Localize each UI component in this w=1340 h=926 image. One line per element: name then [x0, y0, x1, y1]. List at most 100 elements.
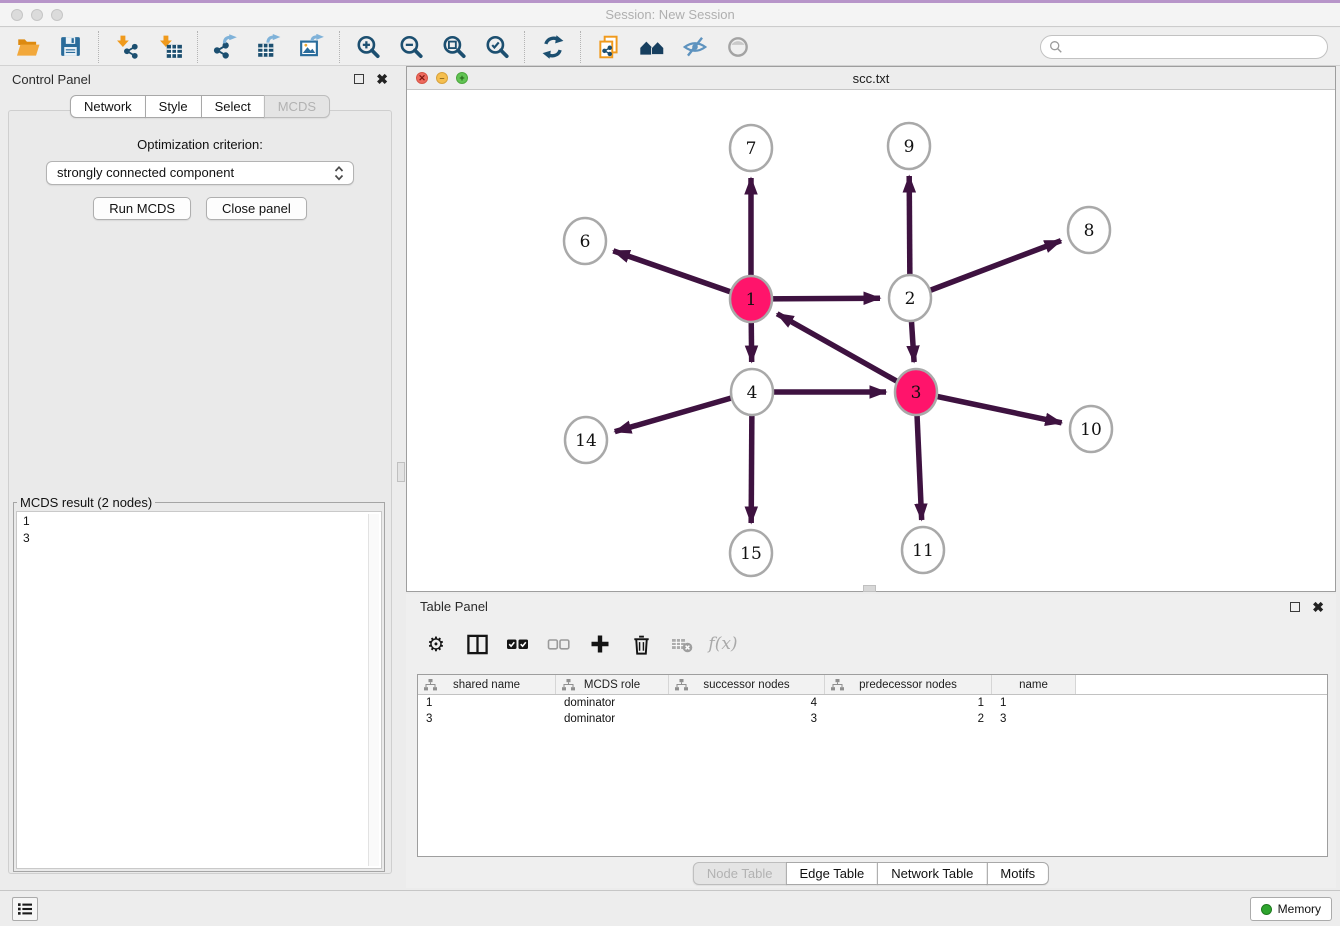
deselect-all-button[interactable] [545, 630, 573, 658]
tab-network-table[interactable]: Network Table [877, 862, 987, 885]
table-cell[interactable]: 1 [992, 695, 1076, 711]
search-input[interactable] [1040, 35, 1328, 59]
optimization-criterion-label: Optimization criterion: [9, 137, 391, 152]
close-panel-icon[interactable]: ✖ [376, 74, 388, 84]
column-header-shared-name[interactable]: shared name [418, 675, 556, 694]
tab-mcds[interactable]: MCDS [264, 95, 330, 118]
panel-splitter-handle-horizontal[interactable] [863, 585, 876, 592]
graph-node-2[interactable]: 2 [889, 275, 931, 321]
network-close-icon[interactable]: ✕ [416, 72, 428, 84]
select-all-button[interactable] [504, 630, 532, 658]
table-panel: Table Panel ✖ ⚙ [406, 594, 1336, 888]
graph-node-10[interactable]: 10 [1070, 406, 1112, 452]
network-canvas[interactable]: 1 2 3 4 6 7 8 9 10 11 14 15 [407, 90, 1335, 591]
graph-node-11[interactable]: 11 [902, 527, 944, 573]
floppy-disk-icon [58, 34, 83, 59]
tab-style[interactable]: Style [145, 95, 202, 118]
zoom-fit-icon [441, 34, 467, 60]
table-cell[interactable]: 3 [669, 711, 825, 727]
open-session-button[interactable] [6, 31, 49, 63]
table-row[interactable]: 3dominator323 [418, 711, 1327, 727]
graph-node-7[interactable]: 7 [730, 125, 772, 171]
mcds-result-list[interactable]: 13 [16, 511, 382, 869]
export-table-button[interactable] [247, 31, 290, 63]
graph-node-9[interactable]: 9 [888, 123, 930, 169]
export-image-button[interactable] [290, 31, 333, 63]
task-list-icon [17, 902, 33, 916]
table-row[interactable]: 1dominator411 [418, 695, 1327, 711]
show-all-button[interactable] [716, 31, 759, 63]
zoom-fit-button[interactable] [432, 31, 475, 63]
zoom-in-button[interactable] [346, 31, 389, 63]
svg-text:11: 11 [912, 541, 934, 561]
network-window-titlebar[interactable]: ✕ – + scc.txt [407, 67, 1335, 90]
close-table-panel-icon[interactable]: ✖ [1312, 602, 1324, 612]
duplicate-network-button[interactable] [587, 31, 630, 63]
main-toolbar [0, 28, 1340, 66]
table-cell[interactable]: 4 [669, 695, 825, 711]
graph-node-15[interactable]: 15 [730, 530, 772, 576]
save-session-button[interactable] [49, 31, 92, 63]
svg-text:1: 1 [746, 290, 757, 310]
graph-node-4[interactable]: 4 [731, 369, 773, 415]
hide-selected-button[interactable] [673, 31, 716, 63]
task-history-button[interactable] [12, 897, 38, 921]
column-header-name[interactable]: name [992, 675, 1076, 694]
tab-node-table[interactable]: Node Table [693, 862, 787, 885]
network-zoom-icon[interactable]: + [456, 72, 468, 84]
table-cell[interactable]: 1 [418, 695, 556, 711]
export-network-icon [213, 34, 239, 60]
graph-node-6[interactable]: 6 [564, 218, 606, 264]
mcds-result-item[interactable]: 1 [23, 513, 381, 530]
tab-edge-table[interactable]: Edge Table [785, 862, 878, 885]
table-options-button[interactable]: ⚙ [422, 630, 450, 658]
table-cell[interactable]: 1 [825, 695, 992, 711]
show-column-button[interactable] [463, 630, 491, 658]
close-panel-button[interactable]: Close panel [206, 197, 307, 220]
import-table-button[interactable] [148, 31, 191, 63]
svg-text:10: 10 [1080, 420, 1102, 440]
tab-motifs[interactable]: Motifs [986, 862, 1049, 885]
search-text-field[interactable] [1063, 40, 1327, 54]
column-header-predecessor-nodes[interactable]: predecessor nodes [825, 675, 992, 694]
status-bar: Memory [0, 890, 1340, 926]
first-neighbors-button[interactable] [630, 31, 673, 63]
add-row-button[interactable] [586, 630, 614, 658]
mcds-panel: Optimization criterion: strongly connect… [8, 110, 392, 874]
graph-node-14[interactable]: 14 [565, 417, 607, 463]
delete-table-button[interactable] [668, 630, 696, 658]
svg-text:9: 9 [904, 137, 915, 157]
import-network-button[interactable] [105, 31, 148, 63]
table-cell[interactable]: 3 [418, 711, 556, 727]
export-network-button[interactable] [204, 31, 247, 63]
table-panel-title: Table Panel [420, 599, 488, 614]
network-graph-svg[interactable]: 1 2 3 4 6 7 8 9 10 11 14 15 [407, 90, 1335, 591]
run-mcds-button[interactable]: Run MCDS [93, 197, 191, 220]
zoom-out-button[interactable] [389, 31, 432, 63]
float-panel-icon[interactable] [354, 74, 364, 84]
table-cell[interactable]: dominator [556, 711, 669, 727]
function-builder-button[interactable]: f(x) [709, 630, 737, 658]
network-minimize-icon[interactable]: – [436, 72, 448, 84]
graph-edge-3-1[interactable] [777, 314, 916, 392]
mcds-result-item[interactable]: 3 [23, 530, 381, 547]
column-header-MCDS-role[interactable]: MCDS role [556, 675, 669, 694]
graph-node-3[interactable]: 3 [895, 369, 937, 415]
graph-node-1[interactable]: 1 [730, 276, 772, 322]
tab-network[interactable]: Network [70, 95, 146, 118]
memory-button[interactable]: Memory [1250, 897, 1332, 921]
graph-node-8[interactable]: 8 [1068, 207, 1110, 253]
result-scrollbar[interactable] [368, 514, 379, 866]
table-cell[interactable]: dominator [556, 695, 669, 711]
delete-row-button[interactable] [627, 630, 655, 658]
graph-edge-2-8[interactable] [910, 241, 1061, 298]
zoom-selected-button[interactable] [475, 31, 518, 63]
float-table-panel-icon[interactable] [1290, 602, 1300, 612]
table-cell[interactable]: 3 [992, 711, 1076, 727]
column-header-successor-nodes[interactable]: successor nodes [669, 675, 825, 694]
apply-layout-button[interactable] [531, 31, 574, 63]
criterion-select[interactable]: strongly connected component [46, 161, 354, 185]
table-cell[interactable]: 2 [825, 711, 992, 727]
tab-select[interactable]: Select [201, 95, 265, 118]
panel-splitter-handle-vertical[interactable] [397, 462, 405, 482]
